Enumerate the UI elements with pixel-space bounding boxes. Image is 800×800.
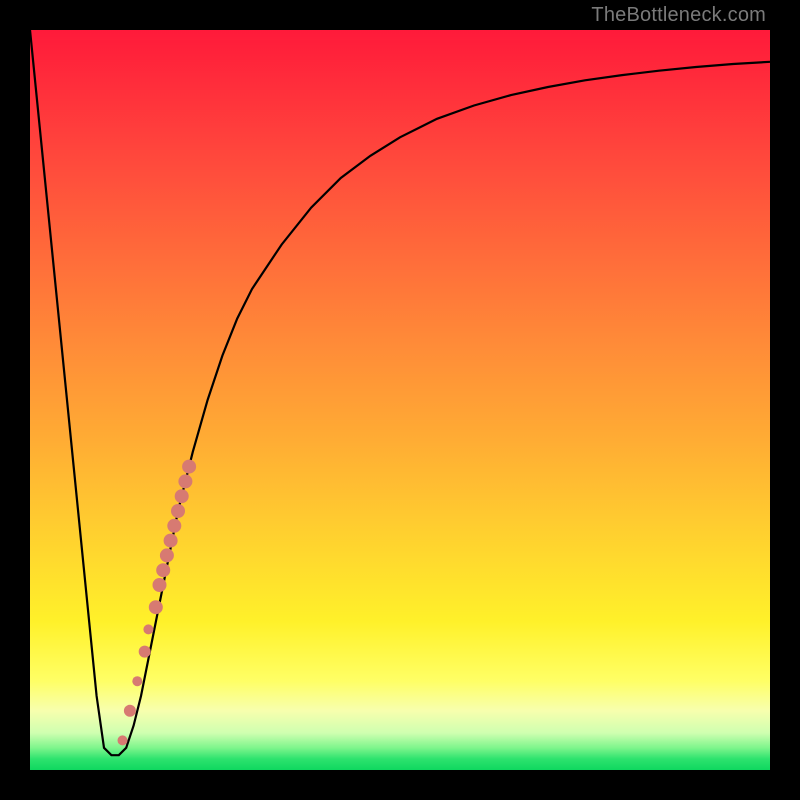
highlight-dot: [182, 460, 196, 474]
highlight-dots: [118, 460, 197, 746]
highlight-dot: [124, 705, 136, 717]
chart-frame: TheBottleneck.com: [0, 0, 800, 800]
highlight-dot: [143, 624, 153, 634]
highlight-dot: [118, 735, 128, 745]
bottleneck-curve: [30, 30, 770, 755]
highlight-dot: [149, 600, 163, 614]
highlight-dot: [164, 534, 178, 548]
highlight-dot: [167, 519, 181, 533]
watermark-text: TheBottleneck.com: [591, 4, 766, 27]
highlight-dot: [156, 563, 170, 577]
highlight-dot: [139, 646, 151, 658]
curve-layer: [30, 30, 770, 770]
highlight-dot: [175, 489, 189, 503]
highlight-dot: [153, 578, 167, 592]
highlight-dot: [171, 504, 185, 518]
highlight-dot: [132, 676, 142, 686]
plot-area: [30, 30, 770, 770]
highlight-dot: [160, 548, 174, 562]
highlight-dot: [178, 474, 192, 488]
